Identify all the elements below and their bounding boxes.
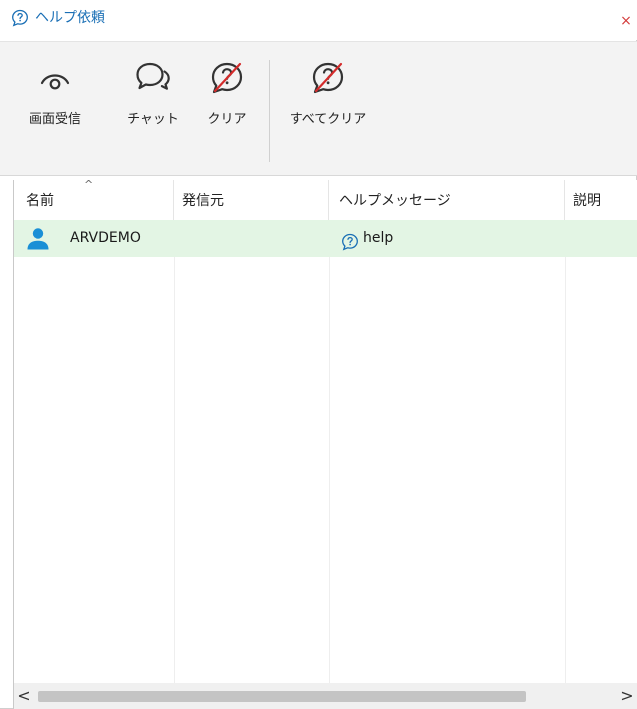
clear-all-button[interactable]: すべてクリア — [284, 58, 372, 148]
sort-ascending-icon: ^ — [84, 180, 94, 191]
scroll-right-arrow[interactable]: > — [617, 685, 637, 707]
clear-all-help-icon — [284, 58, 372, 98]
chat-label: チャット — [127, 112, 179, 127]
row-message-cell: help — [329, 220, 565, 257]
scroll-left-arrow[interactable]: < — [14, 685, 34, 707]
close-button[interactable]: × — [619, 14, 633, 28]
column-header-help-message-label: ヘルプメッセージ — [339, 193, 451, 209]
row-name: ARVDEMO — [70, 230, 141, 246]
eye-icon — [24, 58, 86, 98]
title-bar: ヘルプ依頼 × — [0, 0, 637, 40]
screen-receive-label: 画面受信 — [28, 112, 81, 127]
column-header-help-message[interactable]: ヘルプメッセージ — [329, 180, 565, 220]
clear-all-label: すべてクリア — [289, 112, 367, 127]
chat-button[interactable]: チャット — [126, 58, 180, 148]
chat-bubbles-icon — [126, 58, 180, 98]
toolbar: 画面受信 チャット クリア すべてクリア — [0, 41, 637, 176]
table-row[interactable]: ARVDEMO help — [14, 220, 637, 257]
row-name-cell: ARVDEMO — [22, 220, 172, 257]
user-icon — [26, 227, 50, 251]
help-question-icon — [341, 229, 359, 251]
column-header-name[interactable]: ^ 名前 — [14, 180, 174, 220]
column-header-name-label: 名前 — [26, 193, 54, 209]
help-request-list: ^ 名前 発信元 ヘルプメッセージ 説明 ARVDEMO help < > — [13, 180, 637, 709]
window-title: ヘルプ依頼 — [35, 10, 105, 26]
list-header: ^ 名前 発信元 ヘルプメッセージ 説明 — [14, 180, 637, 220]
clear-help-icon — [204, 58, 250, 98]
help-question-icon — [11, 9, 29, 27]
screen-receive-button[interactable]: 画面受信 — [24, 58, 86, 148]
row-message: help — [363, 230, 394, 246]
help-request-window: ヘルプ依頼 × 画面受信 チャット クリア すべてクリア ^ 名前 発信元 ヘル… — [0, 0, 637, 709]
column-header-description-label: 説明 — [573, 193, 601, 209]
column-header-description[interactable]: 説明 — [565, 180, 637, 220]
clear-label: クリア — [207, 112, 247, 127]
scrollbar-thumb[interactable] — [38, 691, 526, 702]
column-header-source-label: 発信元 — [182, 193, 224, 209]
clear-button[interactable]: クリア — [204, 58, 250, 148]
toolbar-separator — [269, 60, 270, 162]
column-header-source[interactable]: 発信元 — [174, 180, 329, 220]
horizontal-scrollbar[interactable]: < > — [14, 683, 637, 709]
